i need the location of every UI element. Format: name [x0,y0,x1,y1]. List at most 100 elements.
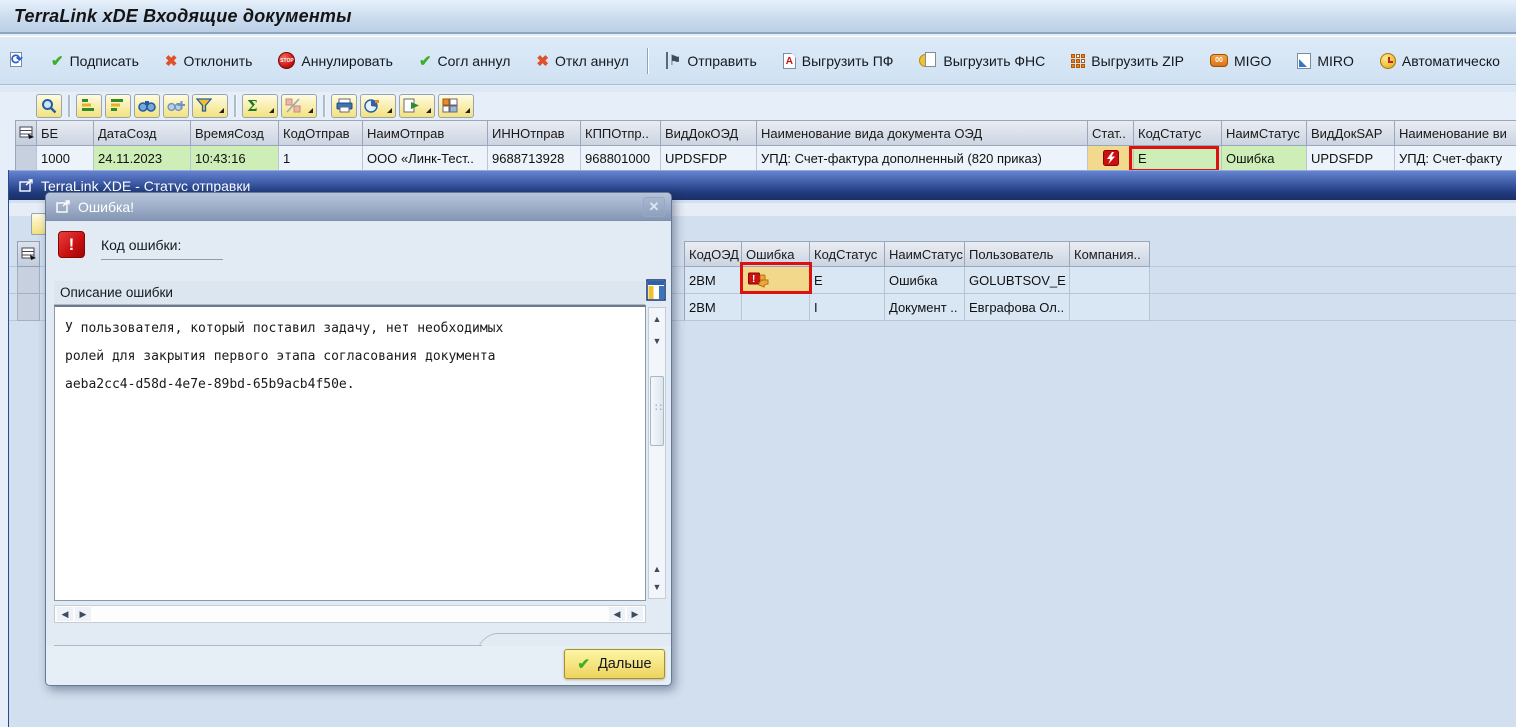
scrollbar-thumb[interactable] [650,376,664,446]
cell-company[interactable] [1070,267,1150,294]
scroll-up-icon[interactable]: ▲ [649,312,665,326]
sign-button[interactable]: ✔ Подписать [51,52,139,70]
send-button[interactable]: ⚑ Отправить [666,52,757,69]
cell-status-name[interactable]: Ошибка [1222,146,1307,171]
row-selector[interactable] [15,146,37,171]
modal-row-selector[interactable] [17,267,40,294]
footer-divider-curve [479,633,522,646]
cell-user[interactable]: Евграфова Ол.. [965,294,1070,321]
cell-status-code[interactable]: E [810,267,885,294]
column-header-status-icon[interactable]: Стат.. [1088,120,1134,146]
filter-button[interactable] [192,94,228,118]
cell-sender-name[interactable]: ООО «Линк-Тест.. [363,146,488,171]
cell-kpp[interactable]: 968801000 [581,146,661,171]
cell-sender-code[interactable]: 1 [279,146,363,171]
views-button[interactable] [360,94,396,118]
subtotal-button[interactable] [281,94,317,118]
horizontal-scrollbar[interactable]: ◀ ▶ ◀ ▶ [54,605,646,623]
column-config-button[interactable] [646,279,666,304]
error-lightning-icon [1103,150,1119,166]
print-button[interactable] [331,94,357,118]
cell-doc-name-sap[interactable]: УПД: Счет-факту [1395,146,1516,171]
decline-annul-button[interactable]: ✖ Откл аннул [536,52,628,70]
next-button[interactable]: ✔ Дальше [564,649,665,679]
sort-ascending-icon [81,98,97,113]
annul-button[interactable]: STOP Аннулировать [278,52,393,69]
select-all-button[interactable] [15,120,37,146]
grid-toolbar-separator [68,95,70,117]
miro-button[interactable]: MIRO [1297,53,1354,69]
column-header-sender-code[interactable]: КодОтправ [279,120,363,146]
column-header-kpp[interactable]: КППОтпр.. [581,120,661,146]
description-line: ролей для закрытия первого этапа согласо… [65,343,635,371]
error-description-textarea[interactable]: У пользователя, который поставил задачу,… [54,305,646,601]
column-header-sender-name[interactable]: НаимОтправ [363,120,488,146]
cell-be[interactable]: 1000 [37,146,94,171]
column-header-date[interactable]: ДатаСозд [94,120,191,146]
sort-desc-button[interactable] [105,94,131,118]
cell-kod-oed[interactable]: 2BM [684,267,742,294]
cell-kod-oed[interactable]: 2BM [684,294,742,321]
column-header-doc-type-oed[interactable]: ВидДокОЭД [661,120,757,146]
cell-doc-type-oed[interactable]: UPDSFDP [661,146,757,171]
column-header-status-code[interactable]: КодСтатус [1134,120,1222,146]
scroll-right-icon[interactable]: ▶ [627,607,643,621]
close-button[interactable]: ✕ [643,197,665,217]
cell-error-icon[interactable] [742,294,810,321]
sum-button[interactable]: Σ [242,94,278,118]
scroll-down-icon[interactable]: ▼ [649,580,665,594]
migo-button[interactable]: 00 MIGO [1210,53,1271,69]
scroll-up-icon[interactable]: ▲ [649,562,665,576]
reject-button[interactable]: ✖ Отклонить [165,52,253,70]
cell-status-name[interactable]: Ошибка [885,267,965,294]
column-header-doc-type-sap[interactable]: ВидДокSAP [1307,120,1395,146]
column-header-doc-name-oed[interactable]: Наименование вида документа ОЭД [757,120,1088,146]
scroll-left-icon[interactable]: ◀ [609,607,625,621]
modal-row-selector[interactable] [17,294,40,321]
cell-doc-type-sap[interactable]: UPDSFDP [1307,146,1395,171]
sort-asc-button[interactable] [76,94,102,118]
export-pf-button[interactable]: A Выгрузить ПФ [783,53,894,69]
export-button[interactable] [399,94,435,118]
column-header-status-name[interactable]: НаимСтатус [1222,120,1307,146]
column-header-inn[interactable]: ИННОтправ [488,120,581,146]
column-header-doc-name-sap[interactable]: Наименование ви [1395,120,1516,146]
column-header-user[interactable]: Пользователь [965,241,1070,267]
cell-company[interactable] [1070,294,1150,321]
details-button[interactable] [36,94,62,118]
export-fns-button[interactable]: Выгрузить ФНС [919,52,1045,69]
cell-status-name[interactable]: Документ .. [885,294,965,321]
cell-user[interactable]: GOLUBTSOV_E [965,267,1070,294]
error-icon: ! [58,231,85,258]
column-header-status-name[interactable]: НаимСтатус [885,241,965,267]
hidden-toolbar-button[interactable] [31,213,46,235]
cell-date[interactable]: 24.11.2023 [94,146,191,171]
cell-inn[interactable]: 9688713928 [488,146,581,171]
layout-grid-icon [442,98,458,113]
column-header-be[interactable]: БЕ [37,120,94,146]
find-button[interactable] [134,94,160,118]
scroll-left-icon[interactable]: ◀ [57,607,73,621]
column-header-status-code[interactable]: КодСтатус [810,241,885,267]
agree-annul-button[interactable]: ✔ Согл аннул [419,52,510,70]
modal-select-all-button[interactable] [17,241,40,267]
cell-status-icon[interactable] [1088,146,1134,171]
find-next-button[interactable] [163,94,189,118]
auto-button[interactable]: Автоматическо [1380,53,1500,69]
scroll-down-icon[interactable]: ▼ [649,334,665,348]
cell-doc-name-oed[interactable]: УПД: Счет-фактура дополненный (820 прика… [757,146,1088,171]
column-header-kod-oed[interactable]: КодОЭД [684,241,742,267]
column-header-time[interactable]: ВремяСозд [191,120,279,146]
column-header-company[interactable]: Компания.. [1070,241,1150,267]
export-zip-button[interactable]: Выгрузить ZIP [1071,53,1184,69]
dialog-title-bar[interactable]: Ошибка! ✕ [46,193,671,221]
scroll-right-icon[interactable]: ▶ [75,607,91,621]
cell-time[interactable]: 10:43:16 [191,146,279,171]
cell-status-code[interactable]: I [810,294,885,321]
stop-icon: STOP [278,52,295,69]
annotation-box-error-cell [740,262,812,294]
footer-divider [54,645,482,646]
vertical-scrollbar[interactable]: ▲ ▼ ▲ ▼ [648,307,666,599]
layout-button[interactable] [438,94,474,118]
refresh-button[interactable]: ⟳ [10,52,25,69]
